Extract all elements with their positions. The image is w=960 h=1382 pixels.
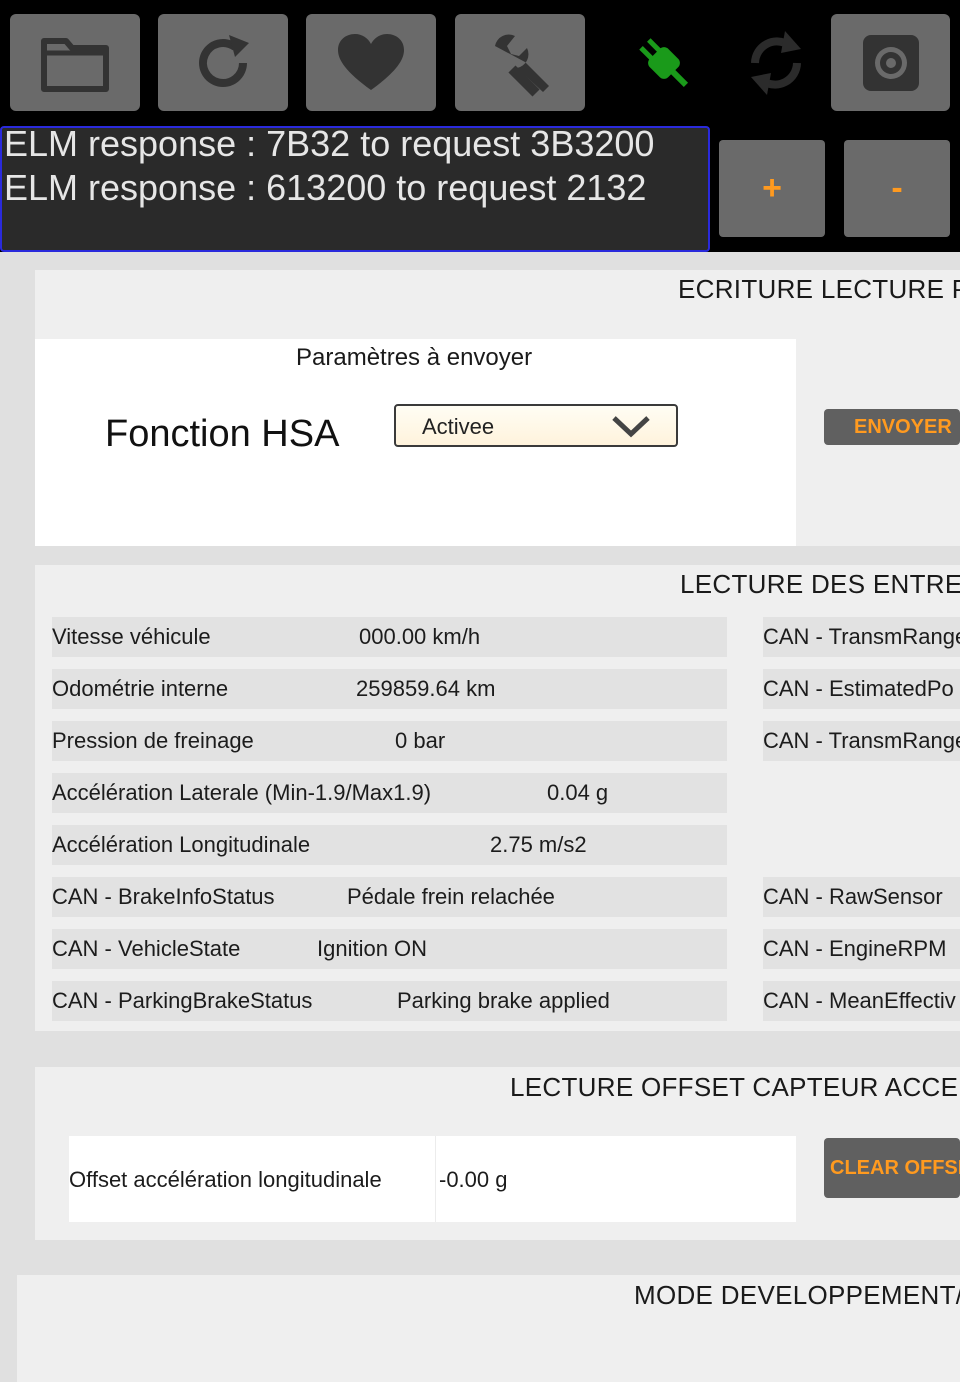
dev-mode-title: MODE DEVELOPPEMENT/ [634, 1280, 960, 1310]
table-row: CAN - TransmRange [763, 617, 960, 657]
table-row: Odométrie interne 259859.64 km [52, 669, 727, 709]
sync-button[interactable] [716, 14, 836, 111]
offset-divider [435, 1136, 436, 1222]
row-label: CAN - VehicleState [52, 936, 241, 961]
row-label: Pression de freinage [52, 728, 254, 753]
row-value: 0 bar [395, 728, 446, 753]
tools-button[interactable] [455, 14, 585, 111]
connection-status-button[interactable] [604, 14, 724, 111]
offset-value: -0.00 g [439, 1167, 508, 1192]
row-label: CAN - TransmRange [763, 624, 960, 649]
lecture-title: LECTURE DES ENTREE [680, 569, 960, 599]
row-label: CAN - BrakeInfoStatus [52, 884, 275, 909]
row-label: CAN - TransmRange [763, 728, 960, 753]
row-label: CAN - EstimatedPo [763, 676, 954, 701]
table-row: CAN - ParkingBrakeStatus Parking brake a… [52, 981, 727, 1021]
table-row: CAN - RawSensor [763, 877, 960, 917]
zoom-in-button[interactable]: + [719, 140, 825, 237]
gear-icon [862, 34, 919, 91]
row-value: Ignition ON [317, 936, 428, 961]
clear-offset-button[interactable]: CLEAR OFFSE [824, 1138, 960, 1198]
row-value: Pédale frein relachée [347, 884, 555, 909]
folder-icon [41, 37, 109, 92]
response-area: ELM response : 7B32 to request 3B3200 EL… [0, 120, 960, 252]
zoom-out-button[interactable]: - [844, 140, 950, 237]
row-label: Vitesse véhicule [52, 624, 211, 649]
table-row: Accélération Laterale (Min-1.9/Max1.9) 0… [52, 773, 727, 813]
dropdown-value: Activee [422, 414, 495, 439]
hsa-dropdown[interactable]: Activee [394, 404, 678, 447]
table-row: CAN - EstimatedPo [763, 669, 960, 709]
table-row: CAN - EngineRPM [763, 929, 960, 969]
wrench-icon [495, 34, 549, 97]
row-label: Odométrie interne [52, 676, 229, 701]
row-value: 0.04 g [547, 780, 609, 805]
table-row: CAN - VehicleState Ignition ON [52, 929, 727, 969]
table-row: Accélération Longitudinale 2.75 m/s2 [52, 825, 727, 865]
table-row: CAN - BrakeInfoStatus Pédale frein relac… [52, 877, 727, 917]
row-value: Parking brake applied [397, 988, 610, 1013]
table-row: CAN - TransmRange [763, 721, 960, 761]
table-row: Vitesse véhicule 000.00 km/h [52, 617, 727, 657]
refresh-button[interactable] [158, 14, 288, 111]
table-row: CAN - MeanEffectiv [763, 981, 960, 1021]
favorite-button[interactable] [306, 14, 436, 111]
elm-response-log[interactable]: ELM response : 7B32 to request 3B3200 EL… [0, 126, 710, 252]
app-screen: ELM response : 7B32 to request 3B3200 EL… [0, 0, 960, 1382]
top-toolbar [0, 0, 960, 120]
plug-icon [639, 37, 689, 87]
row-label: CAN - ParkingBrakeStatus [52, 988, 313, 1013]
offset-title: LECTURE OFFSET CAPTEUR ACCELE [510, 1072, 960, 1102]
response-line: ELM response : 7B32 to request 3B3200 [4, 126, 655, 164]
chevron-down-icon [612, 416, 650, 438]
table-row: Pression de freinage 0 bar [52, 721, 727, 761]
settings-button[interactable] [831, 14, 950, 111]
offset-label: Offset accélération longitudinale [69, 1167, 382, 1192]
offset-box: Offset accélération longitudinale -0.00 … [69, 1136, 796, 1222]
open-folder-button[interactable] [10, 14, 140, 111]
send-button[interactable]: ENVOYER [824, 409, 960, 445]
ecriture-title: ECRITURE LECTURE PA [678, 274, 960, 304]
function-label: Fonction HSA [105, 413, 340, 455]
row-label: CAN - EngineRPM [763, 936, 947, 961]
params-title: Paramètres à envoyer [296, 344, 533, 371]
row-label: Accélération Laterale (Min-1.9/Max1.9) [52, 780, 432, 805]
row-value: 2.75 m/s2 [490, 832, 587, 857]
row-value: 259859.64 km [356, 676, 496, 701]
row-label: CAN - MeanEffectiv [763, 988, 956, 1013]
response-line: ELM response : 613200 to request 2132 [4, 167, 647, 208]
sync-icon [751, 30, 801, 95]
row-value: 000.00 km/h [359, 624, 481, 649]
heart-icon [338, 33, 404, 90]
row-label: Accélération Longitudinale [52, 832, 311, 857]
row-label: CAN - RawSensor [763, 884, 943, 909]
refresh-icon [199, 34, 249, 87]
